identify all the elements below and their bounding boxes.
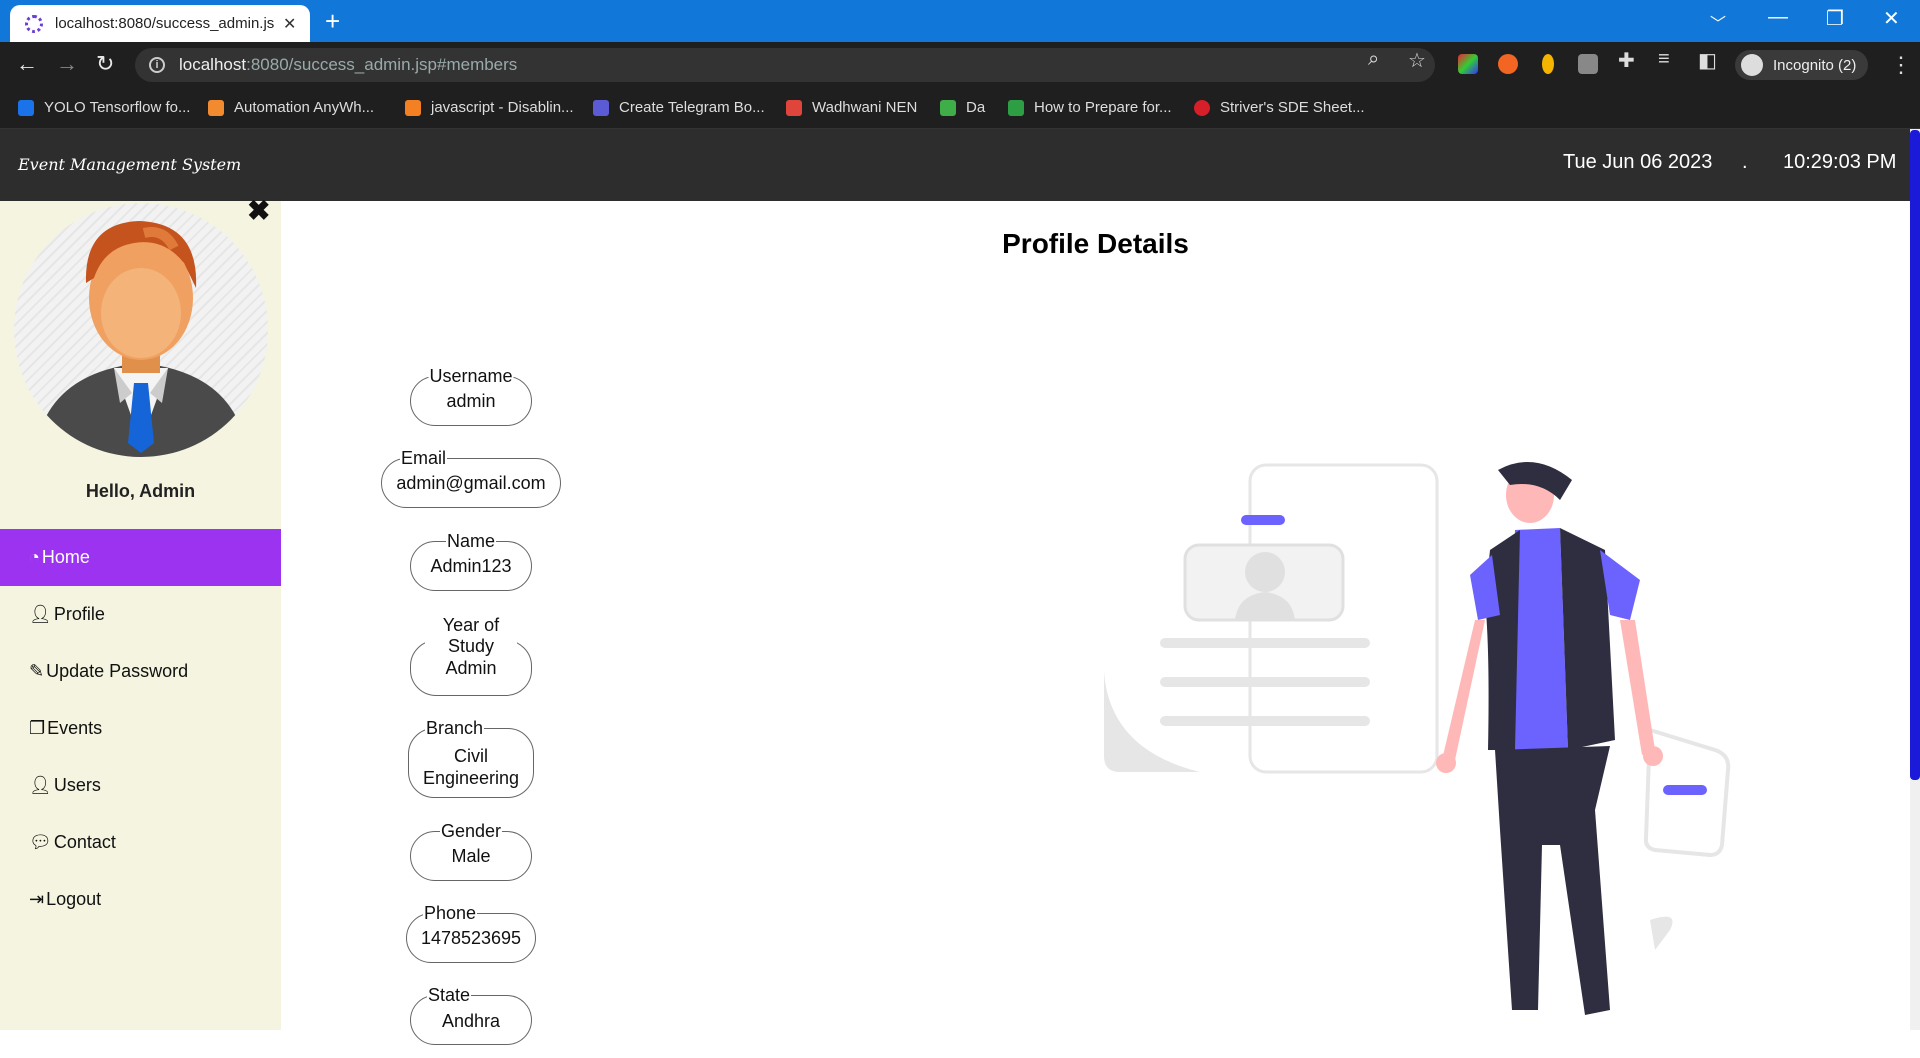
- bookmark-icon: [940, 99, 956, 116]
- tab-search-icon[interactable]: ﹀: [1710, 10, 1726, 34]
- extension-icon[interactable]: [1498, 54, 1518, 74]
- sidebar-item-home[interactable]: ◔ Home: [0, 529, 281, 586]
- bookmark-icon: [18, 99, 34, 116]
- profile-field-email: Email admin@gmail.com: [381, 448, 561, 508]
- sidebar-item-profile[interactable]: 👤︎ Profile: [0, 586, 281, 643]
- bookmark-item[interactable]: Create Telegram Bo...: [593, 99, 765, 116]
- field-label: Email: [400, 448, 448, 468]
- new-tab-icon[interactable]: +: [325, 6, 340, 37]
- incognito-label: Incognito (2): [1773, 56, 1857, 74]
- header-separator: .: [1742, 151, 1748, 173]
- browser-tab[interactable]: localhost:8080/success_admin.jsp ✕: [10, 5, 310, 42]
- side-panel-icon[interactable]: ◧: [1698, 48, 1717, 73]
- field-label: Branch: [425, 718, 485, 738]
- profile-field-name: Name Admin123: [410, 531, 532, 591]
- browser-toolbar: ← → ↻ i localhost:8080/success_admin.jsp…: [0, 42, 1920, 88]
- back-icon[interactable]: ←: [16, 51, 38, 77]
- bookmark-item[interactable]: Wadhwani NEN: [786, 99, 917, 116]
- bookmark-icon: [208, 99, 224, 116]
- bookmark-item[interactable]: How to Prepare for...: [1008, 99, 1172, 116]
- profile-field-gender: Gender Male: [410, 821, 532, 881]
- sidebar-item-logout[interactable]: ⇥ Logout: [0, 871, 281, 928]
- tab-favicon-icon: [25, 14, 43, 33]
- profile-field-phone: Phone 1478523695: [406, 903, 536, 963]
- copy-icon: ❐: [29, 718, 46, 738]
- bookmark-item[interactable]: javascript - Disablin...: [405, 99, 574, 116]
- tab-close-icon[interactable]: ✕: [283, 14, 296, 34]
- field-value: Andhra: [441, 1011, 501, 1031]
- window-close-icon[interactable]: ✕: [1883, 6, 1900, 31]
- bookmark-icon: [786, 99, 802, 116]
- minimize-icon[interactable]: —: [1768, 6, 1788, 29]
- page-title: Profile Details: [1002, 228, 1189, 259]
- profile-illustration: [1104, 462, 1731, 1015]
- url-text[interactable]: localhost:8080/success_admin.jsp#members: [179, 55, 517, 75]
- dashboard-icon: ◔: [29, 547, 40, 567]
- profile-field-state: State Andhra: [410, 985, 532, 1045]
- chat-icon: 💬︎: [29, 832, 52, 852]
- reading-list-icon[interactable]: ≡: [1658, 48, 1670, 71]
- profile-field-branch: Branch Civil Engineering: [408, 718, 534, 798]
- extensions-puzzle-icon[interactable]: ✚: [1618, 48, 1635, 73]
- bookmark-star-icon[interactable]: ☆: [1408, 48, 1426, 73]
- header-time: 10:29:03 PM: [1783, 151, 1897, 173]
- extension-icon[interactable]: [1458, 54, 1478, 74]
- avatar: [14, 203, 268, 457]
- field-value: Civil Engineering: [422, 746, 520, 788]
- bookmark-item[interactable]: YOLO Tensorflow fo...: [18, 99, 190, 116]
- bookmark-item[interactable]: Da: [940, 99, 985, 116]
- address-bar[interactable]: i localhost:8080/success_admin.jsp#membe…: [135, 48, 1435, 82]
- logout-icon: ⇥: [29, 889, 45, 909]
- field-label: Username: [428, 366, 514, 386]
- field-label: Gender: [439, 821, 503, 841]
- extension-icon[interactable]: [1578, 54, 1598, 74]
- site-info-icon[interactable]: i: [149, 57, 165, 73]
- edit-icon: ✎: [29, 661, 45, 681]
- field-label: State: [427, 985, 472, 1005]
- reload-icon[interactable]: ↻: [96, 51, 114, 77]
- user-icon: 👤︎: [29, 604, 52, 624]
- sidebar-item-events[interactable]: ❐ Events: [0, 700, 281, 757]
- user-icon: 👤︎: [29, 775, 52, 795]
- bookmark-icon: [1008, 99, 1024, 116]
- zoom-icon[interactable]: ⌕: [1368, 48, 1379, 71]
- extension-icon[interactable]: [1542, 54, 1554, 74]
- bookmark-item[interactable]: Automation AnyWh...: [208, 99, 374, 116]
- incognito-badge[interactable]: Incognito (2): [1735, 50, 1869, 80]
- profile-field-year-of-study: Year of Study Admin: [410, 615, 532, 696]
- scrollbar-thumb[interactable]: [1910, 130, 1920, 780]
- incognito-icon: [1741, 54, 1763, 76]
- sidebar-item-users[interactable]: 👤︎ Users: [0, 757, 281, 814]
- restore-icon[interactable]: ❐: [1826, 6, 1844, 31]
- sidebar-item-update-password[interactable]: ✎ Update Password: [0, 643, 281, 700]
- bookmark-item[interactable]: Striver's SDE Sheet...: [1194, 99, 1365, 116]
- bookmark-icon: [405, 99, 421, 116]
- field-label: Year of Study: [425, 615, 517, 657]
- brand-title: Event Management System: [18, 155, 242, 174]
- tab-title: localhost:8080/success_admin.jsp: [55, 15, 275, 32]
- greeting: Hello, Admin: [85, 481, 196, 501]
- app-header: Event Management System Tue Jun 06 2023 …: [0, 129, 1910, 201]
- field-label: Phone: [423, 903, 478, 923]
- profile-field-username: Username admin: [410, 366, 532, 426]
- close-sidebar-icon[interactable]: ✖: [247, 194, 270, 227]
- field-label: Name: [445, 531, 497, 551]
- browser-menu-icon[interactable]: ⋮: [1890, 52, 1912, 78]
- bookmark-icon: [1194, 99, 1210, 116]
- sidebar-item-contact[interactable]: 💬︎ Contact: [0, 814, 281, 871]
- header-date: Tue Jun 06 2023: [1563, 151, 1713, 173]
- bookmark-icon: [593, 99, 609, 116]
- bookmarks-bar: YOLO Tensorflow fo... Automation AnyWh..…: [0, 88, 1920, 129]
- browser-tab-bar: localhost:8080/success_admin.jsp ✕ + ﹀ —…: [0, 0, 1920, 42]
- forward-icon[interactable]: →: [56, 51, 78, 77]
